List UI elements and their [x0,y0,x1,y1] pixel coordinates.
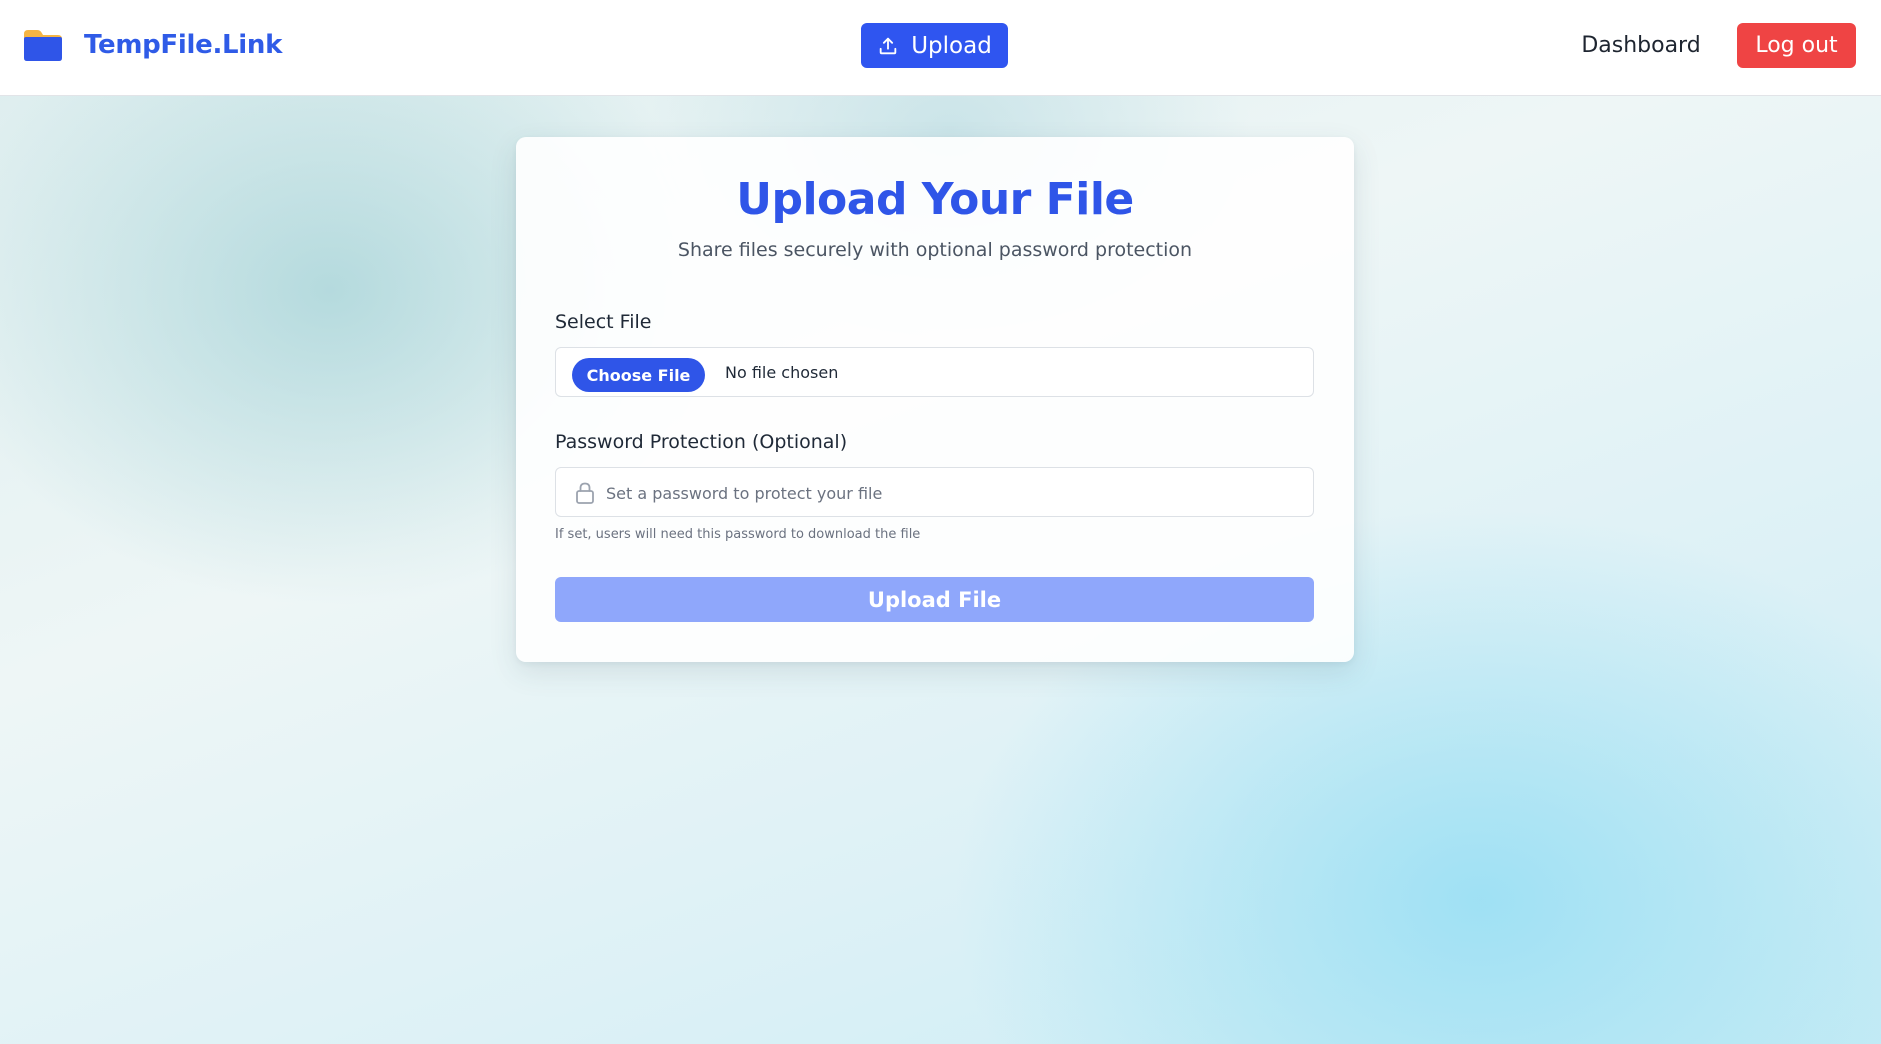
password-helper-text: If set, users will need this password to… [555,527,921,542]
top-navbar: TempFile.Link Upload Dashboard Log out [0,0,1881,96]
password-label: Password Protection (Optional) [555,431,848,453]
upload-nav-button[interactable]: Upload [861,23,1008,68]
password-field[interactable] [555,467,1314,517]
dashboard-link[interactable]: Dashboard [1566,23,1716,68]
lock-icon [576,482,594,504]
brand-name: TempFile.Link [84,30,283,60]
choose-file-button[interactable]: Choose File [572,358,705,392]
upload-file-button[interactable]: Upload File [555,577,1314,622]
upload-icon [879,37,897,54]
file-input[interactable]: Choose File No file chosen [555,347,1314,397]
page-subtitle: Share files securely with optional passw… [677,239,1193,261]
brand-link[interactable]: TempFile.Link [22,24,282,66]
password-input[interactable] [606,474,1296,512]
logout-button[interactable]: Log out [1737,23,1856,68]
page-title: Upload Your File [736,174,1134,225]
upload-nav-label: Upload [911,32,992,59]
file-status-text: No file chosen [725,363,839,382]
upload-card: Upload Your File Share files securely wi… [516,137,1354,662]
folder-icon [24,30,62,61]
select-file-label: Select File [555,311,652,333]
